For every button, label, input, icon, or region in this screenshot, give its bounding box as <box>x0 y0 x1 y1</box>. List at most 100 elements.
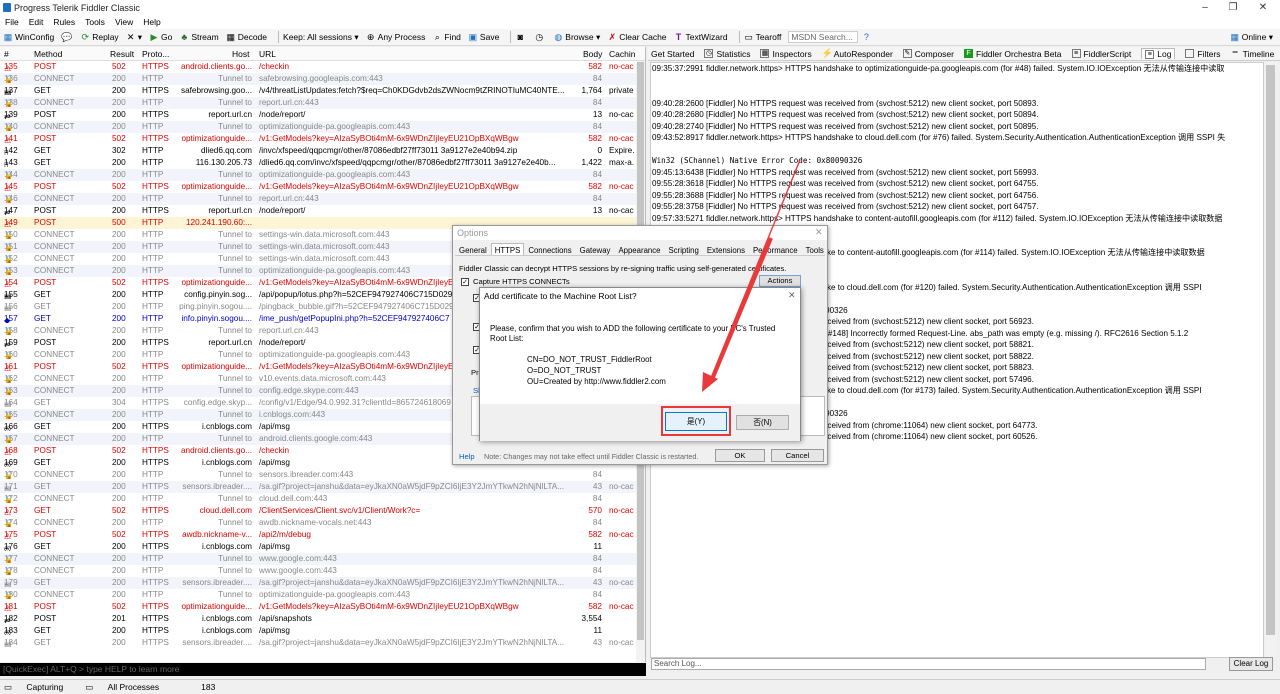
clear-cache-button[interactable]: ✗ Clear Cache <box>607 32 667 42</box>
session-row[interactable]: ▤ 184 GET 200 HTTPS sensors.ibreader..../sa.g… <box>0 637 645 649</box>
session-row[interactable]: 🔒170CONNECT200HTTPTunnel tosensors.ibrea… <box>0 469 645 481</box>
session-row[interactable]: ⇄ 147 POST 200 HTTPS report.url.cn/node/repor… <box>0 205 645 217</box>
options-tab-extensions[interactable]: Extensions <box>703 243 749 255</box>
save-button[interactable]: ▣ Save <box>468 32 500 42</box>
go-button[interactable]: ▶ Go <box>149 32 173 42</box>
menu-rules[interactable]: Rules <box>53 17 75 27</box>
session-result: 200 <box>112 626 126 635</box>
column-url[interactable]: URL <box>259 49 276 59</box>
tab-filters[interactable]: Filters <box>1185 49 1221 59</box>
replay-button[interactable]: ⟳ Replay <box>80 32 118 42</box>
menu-edit[interactable]: Edit <box>29 17 44 27</box>
session-row[interactable]: ⚠ 145 POST 502 HTTPS optimizationguide.../v1:… <box>0 181 645 193</box>
tab-log[interactable]: ≡ Log <box>1141 48 1176 59</box>
options-tab-tools[interactable]: Tools <box>802 243 828 255</box>
options-close-button[interactable]: ✕ <box>815 227 823 238</box>
column-body[interactable]: Body <box>583 49 602 59</box>
column-result[interactable]: Result <box>110 49 134 59</box>
menu-file[interactable]: File <box>5 17 19 27</box>
ok-button[interactable]: OK <box>715 449 765 462</box>
session-row[interactable]: 🔒180CONNECT200HTTPTunnel tooptimizationg… <box>0 589 645 601</box>
column-host[interactable]: Host <box>232 49 249 59</box>
stream-button[interactable]: ♣ Stream <box>179 32 218 42</box>
session-row[interactable]: 🔒136CONNECT200HTTPTunnel tosafebrowsing.… <box>0 73 645 85</box>
session-row[interactable]: 🔒146CONNECT200HTTPTunnel toreport.url.cn… <box>0 193 645 205</box>
options-tab-general[interactable]: General <box>455 243 491 255</box>
find-button[interactable]: ⌕ Find <box>432 32 461 42</box>
tab-autoresponder[interactable]: ⚡ AutoResponder <box>822 49 893 59</box>
session-row[interactable]: 🔒172CONNECT200HTTPTunnel tocloud.dell.co… <box>0 493 645 505</box>
comment-button[interactable]: 💬 <box>61 32 73 42</box>
session-row[interactable]: ⚠ 181 POST 502 HTTPS optimizationguide.../v1:… <box>0 601 645 613</box>
menu-help[interactable]: Help <box>143 17 160 27</box>
log-scroll-thumb[interactable] <box>1266 65 1275 635</box>
tab-get-started[interactable]: Get Started <box>651 49 694 59</box>
session-row[interactable]: ▯ 142 GET 302 HTTP dlied6.qq.com/invc/xfspeed… <box>0 145 645 157</box>
menu-tools[interactable]: Tools <box>85 17 105 27</box>
session-row[interactable]: ⇄ 139 POST 200 HTTPS report.url.cn/node/repor… <box>0 109 645 121</box>
column-number[interactable]: # <box>4 49 9 59</box>
session-row[interactable]: ▤ 179 GET 200 HTTPS sensors.ibreader..../sa.g… <box>0 577 645 589</box>
tab-fiddler-orchestra[interactable]: F Fiddler Orchestra Beta <box>964 49 1062 59</box>
options-tab-performance[interactable]: Performance <box>749 243 802 255</box>
keep-sessions-dropdown[interactable]: Keep: All sessions ▾ <box>283 32 359 43</box>
minimize-button[interactable]: – <box>1190 0 1220 15</box>
column-caching[interactable]: Cachin <box>609 49 635 59</box>
options-tab-gateway[interactable]: Gateway <box>576 243 615 255</box>
tab-composer[interactable]: ✎ Composer <box>902 49 954 59</box>
session-row[interactable]: 🔒178CONNECT200HTTPTunnel towww.google.co… <box>0 565 645 577</box>
help-link[interactable]: Help <box>459 452 475 461</box>
decode-button[interactable]: ▦ Decode <box>226 32 267 42</box>
session-row[interactable]: 🔒140CONNECT200HTTPTunnel tooptimizationg… <box>0 121 645 133</box>
maximize-button[interactable]: ❐ <box>1218 0 1248 15</box>
timer-button[interactable]: ◷ <box>534 32 546 42</box>
tab-timeline[interactable]: ═ Timeline <box>1231 49 1275 59</box>
session-row[interactable]: ⚠ 173 GET 502 HTTPS cloud.dell.com/ClientServ… <box>0 505 645 517</box>
capturing-toggle[interactable]: ▭ Capturing <box>4 682 63 693</box>
session-row[interactable]: ▤ 171 GET 200 HTTPS sensors.ibreader..../sa.g… <box>0 481 645 493</box>
cancel-button[interactable]: Cancel <box>771 449 824 462</box>
process-filter-status[interactable]: ▭ All Processes <box>85 682 159 693</box>
options-tab-connections[interactable]: Connections <box>524 243 575 255</box>
session-result: 200 <box>112 170 126 179</box>
winconfig-button[interactable]: ▦ WinConfig <box>3 32 54 42</box>
column-method[interactable]: Method <box>34 49 62 59</box>
browse-button[interactable]: ◍ Browse ▾ <box>553 32 600 43</box>
session-row[interactable]: 🔒174CONNECT200HTTPTunnel toawdb.nickname… <box>0 517 645 529</box>
dialog-close-button[interactable]: ✕ <box>788 290 796 301</box>
session-row[interactable]: ▯ 143 GET 200 HTTP 116.130.205.73/dlied6.qq.c… <box>0 157 645 169</box>
close-button[interactable]: ✕ <box>1248 0 1278 15</box>
help-button[interactable]: ? <box>861 32 873 42</box>
session-row[interactable]: ⇄ 182 POST 201 HTTPS i.cnblogs.com/api/snapsh… <box>0 613 645 625</box>
tab-inspectors[interactable]: ▦ Inspectors <box>760 49 812 59</box>
screenshot-button[interactable]: ◙ <box>515 32 527 42</box>
online-indicator[interactable]: ▦ Online ▾ <box>1230 32 1273 43</box>
column-protocol[interactable]: Proto... <box>142 49 169 59</box>
session-row[interactable]: ◎ 183 GET 200 HTTPS i.cnblogs.com/api/msg 11 <box>0 625 645 637</box>
no-button[interactable]: 否(N) <box>736 415 789 430</box>
session-row[interactable]: ◎ 176 GET 200 HTTPS i.cnblogs.com/api/msg 11 <box>0 541 645 553</box>
tab-statistics[interactable]: ◷ Statistics <box>704 49 750 59</box>
capture-https-checkbox[interactable]: ✓ <box>461 278 469 286</box>
menu-view[interactable]: View <box>115 17 133 27</box>
options-tab-https[interactable]: HTTPS <box>490 243 525 255</box>
session-row[interactable]: 🔒144CONNECT200HTTPTunnel tooptimizationg… <box>0 169 645 181</box>
session-row[interactable]: ⚠ 175 POST 502 HTTPS awdb.nickname-v.../api2/… <box>0 529 645 541</box>
options-tab-scripting[interactable]: Scripting <box>665 243 703 255</box>
msdn-search-input[interactable]: MSDN Search... <box>788 31 859 43</box>
actions-button[interactable]: Actions <box>759 275 801 287</box>
remove-button[interactable]: ✕ ▾ <box>126 32 142 43</box>
log-search-input[interactable]: Search Log... <box>651 658 1206 670</box>
process-filter-button[interactable]: ⊕ Any Process <box>366 32 426 42</box>
session-row[interactable]: 🔒138CONNECT200HTTPTunnel toreport.url.cn… <box>0 97 645 109</box>
session-row[interactable]: ⚠ 135 POST 502 HTTPS android.clients.go.../ch… <box>0 61 645 73</box>
quickexec-input[interactable]: [QuickExec] ALT+Q > type HELP to learn m… <box>0 663 646 676</box>
session-row[interactable]: ▤ 137 GET 200 HTTPS safebrowsing.goo.../v4/th… <box>0 85 645 97</box>
session-row[interactable]: 🔒177CONNECT200HTTPTunnel towww.google.co… <box>0 553 645 565</box>
tearoff-button[interactable]: ▭ Tearoff <box>744 32 781 42</box>
textwizard-button[interactable]: T TextWizard <box>674 32 728 42</box>
tab-fiddlerscript[interactable]: ≡ FiddlerScript <box>1071 49 1131 59</box>
session-row[interactable]: ⚠ 141 POST 502 HTTPS optimizationguide.../v1:… <box>0 133 645 145</box>
clear-log-button[interactable]: Clear Log <box>1229 657 1273 671</box>
options-tab-appearance[interactable]: Appearance <box>614 243 664 255</box>
